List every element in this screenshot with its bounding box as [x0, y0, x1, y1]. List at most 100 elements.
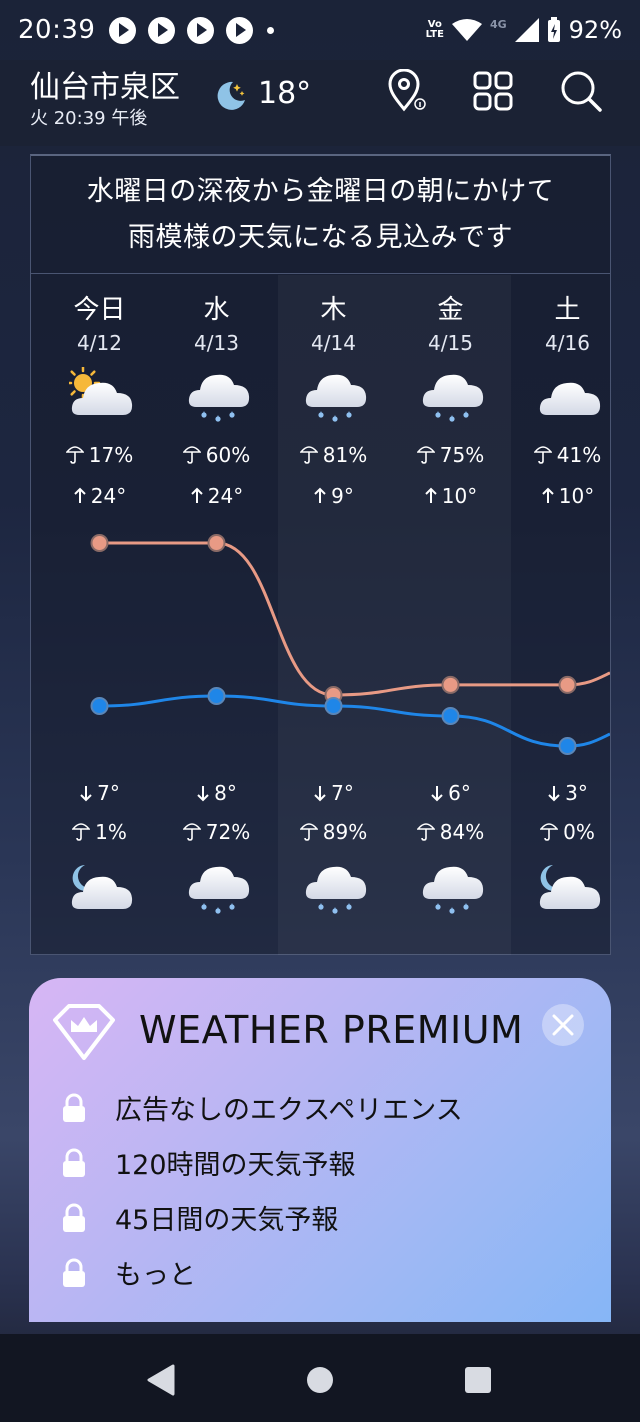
high-temp-line [99, 541, 610, 697]
battery-charging-icon [547, 17, 560, 42]
recents-icon [465, 1367, 491, 1393]
lock-icon [63, 1258, 85, 1287]
day-precip: 17% [41, 443, 158, 467]
volte-icon: Vo LTE [425, 19, 444, 40]
rain-cloud-icon [422, 866, 484, 914]
play-notification-icon [109, 16, 137, 44]
forecast-summary: 水曜日の深夜から金曜日の朝にかけて 雨模様の天気になる見込みです [31, 156, 610, 274]
day-date: 4/13 [194, 331, 239, 355]
low-temp-point [324, 697, 343, 715]
night-precip-value: 0% [563, 820, 595, 844]
play-notification-icon [226, 16, 254, 44]
day-precip-value: 17% [88, 443, 134, 467]
system-navigation-bar [0, 1334, 640, 1422]
premium-feature-label: 広告なしのエクスペリエンス [115, 1095, 463, 1126]
close-premium-button[interactable] [542, 1004, 584, 1046]
day-name: 土 [554, 295, 581, 325]
back-button[interactable] [140, 1362, 180, 1398]
night-precip: 1% [41, 820, 158, 844]
high-temp-value: 10° [558, 484, 595, 508]
play-notification-icon [148, 16, 176, 44]
day-date: 4/14 [311, 331, 356, 355]
day-precip-value: 75% [439, 443, 485, 467]
day-precip: 60% [158, 443, 275, 467]
low-temp-point [90, 697, 109, 715]
low-temp-line [99, 694, 610, 748]
search-icon [561, 71, 602, 112]
day-precip-value: 81% [322, 443, 368, 467]
premium-promo-panel[interactable]: WEATHER PREMIUM 広告なしのエクスペリエンス 120時間の天気予報 4… [29, 978, 611, 1322]
night-precip: 0% [509, 820, 626, 844]
premium-feature-item: もっと [61, 1253, 196, 1292]
night-precip-value: 84% [439, 820, 485, 844]
night-precip-value: 1% [95, 820, 127, 844]
day-date: 4/12 [77, 331, 122, 355]
app-header: 仙台市泉区 火 20:39 午後 18° [0, 60, 640, 146]
day-precip-value: 41% [556, 443, 602, 467]
night-precip: 72% [158, 820, 275, 844]
status-right: Vo LTE 4G 92% [426, 16, 622, 44]
wifi-icon [451, 19, 482, 41]
low-temp-point [558, 737, 577, 755]
rain-cloud-icon [188, 374, 250, 422]
high-temp: 24° [41, 484, 158, 508]
more-notifications-dot-icon [267, 26, 275, 34]
location-button[interactable] [384, 68, 430, 114]
signal-icon [514, 18, 539, 42]
status-notifications [109, 16, 254, 44]
night-precip: 84% [392, 820, 509, 844]
summary-line-1: 水曜日の深夜から金曜日の朝にかけて [86, 175, 555, 207]
search-button[interactable] [558, 68, 604, 114]
location-name[interactable]: 仙台市泉区 [30, 62, 180, 106]
day-name: 金 [437, 295, 464, 325]
daily-forecast-card[interactable]: 水曜日の深夜から金曜日の朝にかけて 雨模様の天気になる見込みです 今日 4/12… [30, 154, 611, 955]
day-precip: 81% [275, 443, 392, 467]
high-temp-value: 10° [441, 484, 478, 508]
grid-apps-icon [473, 71, 513, 111]
temperature-chart [90, 534, 610, 755]
premium-feature-item: 広告なしのエクスペリエンス [61, 1088, 463, 1127]
rain-cloud-icon [305, 374, 367, 422]
moon-cloud-icon [71, 865, 133, 909]
rain-cloud-icon [422, 374, 484, 422]
apps-grid-button[interactable] [470, 68, 516, 114]
battery-level: 92% [568, 16, 622, 44]
location-info-icon [388, 69, 426, 112]
status-bar: 20:39 Vo LTE 4G 92% [0, 0, 640, 60]
close-icon [552, 1014, 574, 1036]
night-precip-value: 89% [322, 820, 368, 844]
day-name: 水 [203, 295, 230, 325]
moon-cloud-icon [539, 865, 601, 909]
high-temp-point [558, 675, 577, 694]
cloud-icon [539, 382, 601, 415]
lock-icon [63, 1093, 85, 1122]
crown-diamond-icon [53, 1004, 115, 1060]
high-temp: 24° [158, 484, 275, 508]
high-temp-point [207, 534, 226, 552]
high-temp-value: 24° [207, 484, 244, 508]
high-temp: 9° [275, 484, 392, 508]
high-temp-value: 9° [331, 484, 354, 508]
current-temperature: 18° [258, 76, 312, 111]
night-precip-value: 72% [205, 820, 251, 844]
premium-feature-item: 45日間の天気予報 [61, 1198, 338, 1237]
summary-line-2: 雨模様の天気になる見込みです [128, 221, 513, 253]
day-precip-value: 60% [205, 443, 251, 467]
premium-feature-label: 120時間の天気予報 [115, 1150, 356, 1181]
network-type: 4G [489, 17, 507, 31]
high-temp-point [441, 675, 460, 694]
recents-button[interactable] [458, 1362, 498, 1398]
play-notification-icon [187, 16, 215, 44]
day-precip: 41% [509, 443, 626, 467]
night-precip: 89% [275, 820, 392, 844]
high-temp-point [90, 534, 109, 552]
day-date: 4/16 [545, 331, 590, 355]
rain-cloud-icon [305, 866, 367, 914]
day-name: 今日 [73, 295, 126, 325]
lock-icon [63, 1148, 85, 1177]
local-time: 火 20:39 午後 [30, 108, 148, 129]
day-precip: 75% [392, 443, 509, 467]
home-button[interactable] [300, 1362, 340, 1398]
rain-cloud-icon [188, 866, 250, 914]
high-temp-value: 24° [90, 484, 127, 508]
